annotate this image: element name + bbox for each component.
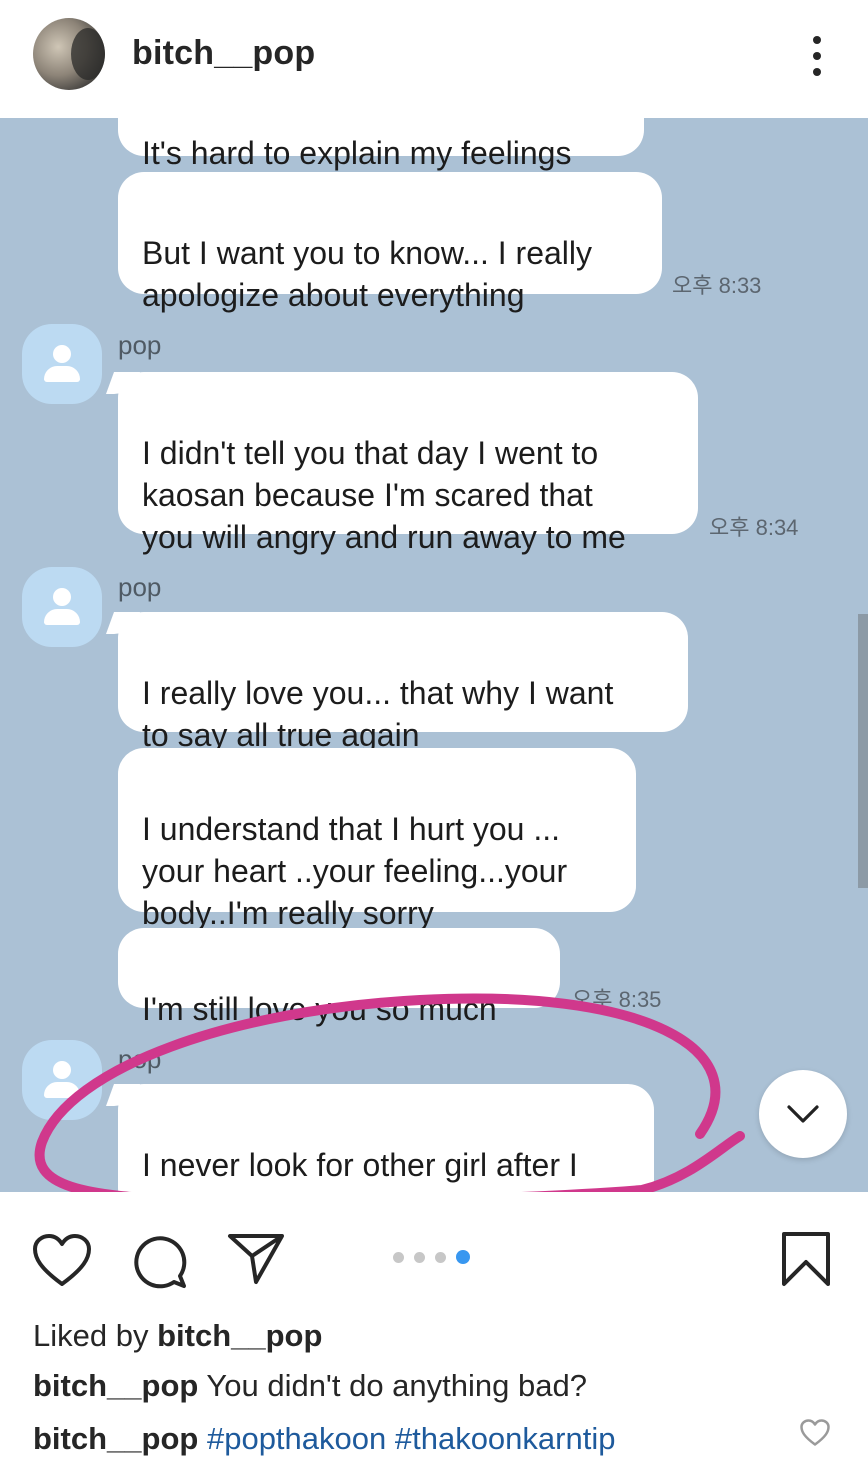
message-time: 오후 8:33 xyxy=(672,273,762,298)
sender-name: pop xyxy=(118,1044,162,1074)
comment-like-heart-icon[interactable] xyxy=(800,1419,830,1447)
hashtags[interactable]: #popthakoon #thakoonkarntip xyxy=(207,1421,616,1456)
message-bubble: But I want you to know... I really apolo… xyxy=(118,172,662,313)
message-time: 오후 8:34 xyxy=(709,515,799,540)
comment-username[interactable]: bitch__pop xyxy=(33,1368,198,1403)
message-text: I really love you... that why I want to … xyxy=(142,675,614,753)
heart-icon[interactable] xyxy=(32,1234,92,1288)
contact-avatar-icon[interactable] xyxy=(22,567,102,647)
carousel-dot xyxy=(414,1251,425,1263)
profile-avatar[interactable] xyxy=(33,18,105,90)
liked-by-user[interactable]: bitch__pop xyxy=(157,1318,322,1353)
message-bubble: I didn't tell you that day I went to kao… xyxy=(118,372,698,555)
likes-line: Liked by bitch__pop xyxy=(33,1318,322,1354)
contact-avatar-icon[interactable] xyxy=(22,324,102,404)
more-vertical-icon[interactable] xyxy=(810,36,824,76)
scroll-down-button[interactable] xyxy=(759,1070,847,1158)
message-bubble: I understand that I hurt you ... your he… xyxy=(118,748,636,931)
message-bubble: I really love you... that why I want to … xyxy=(118,612,688,753)
post-header: bitch__pop xyxy=(0,0,868,118)
bookmark-icon[interactable] xyxy=(780,1230,832,1288)
carousel-dot-active xyxy=(456,1250,470,1264)
sender-name: pop xyxy=(118,330,162,360)
message-text: I never look for other girl after I met … xyxy=(142,1147,578,1192)
message-time: 오후 8:35 xyxy=(572,987,662,1012)
contact-avatar-icon[interactable] xyxy=(22,1040,102,1120)
caption-comment: bitch__pop You didn't do anything bad? xyxy=(33,1368,587,1404)
message-text: I didn't tell you that day I went to kao… xyxy=(142,435,626,555)
message-text: But I want you to know... I really apolo… xyxy=(142,235,592,313)
scrollbar[interactable] xyxy=(858,614,868,888)
carousel-indicator xyxy=(393,1250,470,1264)
sender-name: pop xyxy=(118,572,162,602)
caption-tags: bitch__pop #popthakoon #thakoonkarntip xyxy=(33,1421,615,1457)
message-bubble: I never look for other girl after I met … xyxy=(118,1084,654,1192)
carousel-dot xyxy=(393,1251,404,1263)
chevron-down-icon xyxy=(787,1105,819,1123)
comment-text: You didn't do anything bad? xyxy=(198,1368,587,1403)
carousel-dot xyxy=(435,1251,446,1263)
liked-by-prefix: Liked by xyxy=(33,1318,158,1353)
send-icon[interactable] xyxy=(226,1232,286,1286)
message-bubble: I'm still love you so much xyxy=(118,928,560,1027)
tags-username[interactable]: bitch__pop xyxy=(33,1421,198,1456)
message-text: I'm still love you so much xyxy=(142,991,497,1027)
comment-icon[interactable] xyxy=(130,1232,188,1290)
header-username[interactable]: bitch__pop xyxy=(132,34,315,73)
chat-screenshot: It's hard to explain my feelings But I w… xyxy=(0,118,868,1192)
message-bubble-partial: It's hard to explain my feelings xyxy=(118,118,644,171)
message-text: It's hard to explain my feelings xyxy=(142,135,572,171)
message-text: I understand that I hurt you ... your he… xyxy=(142,811,568,931)
